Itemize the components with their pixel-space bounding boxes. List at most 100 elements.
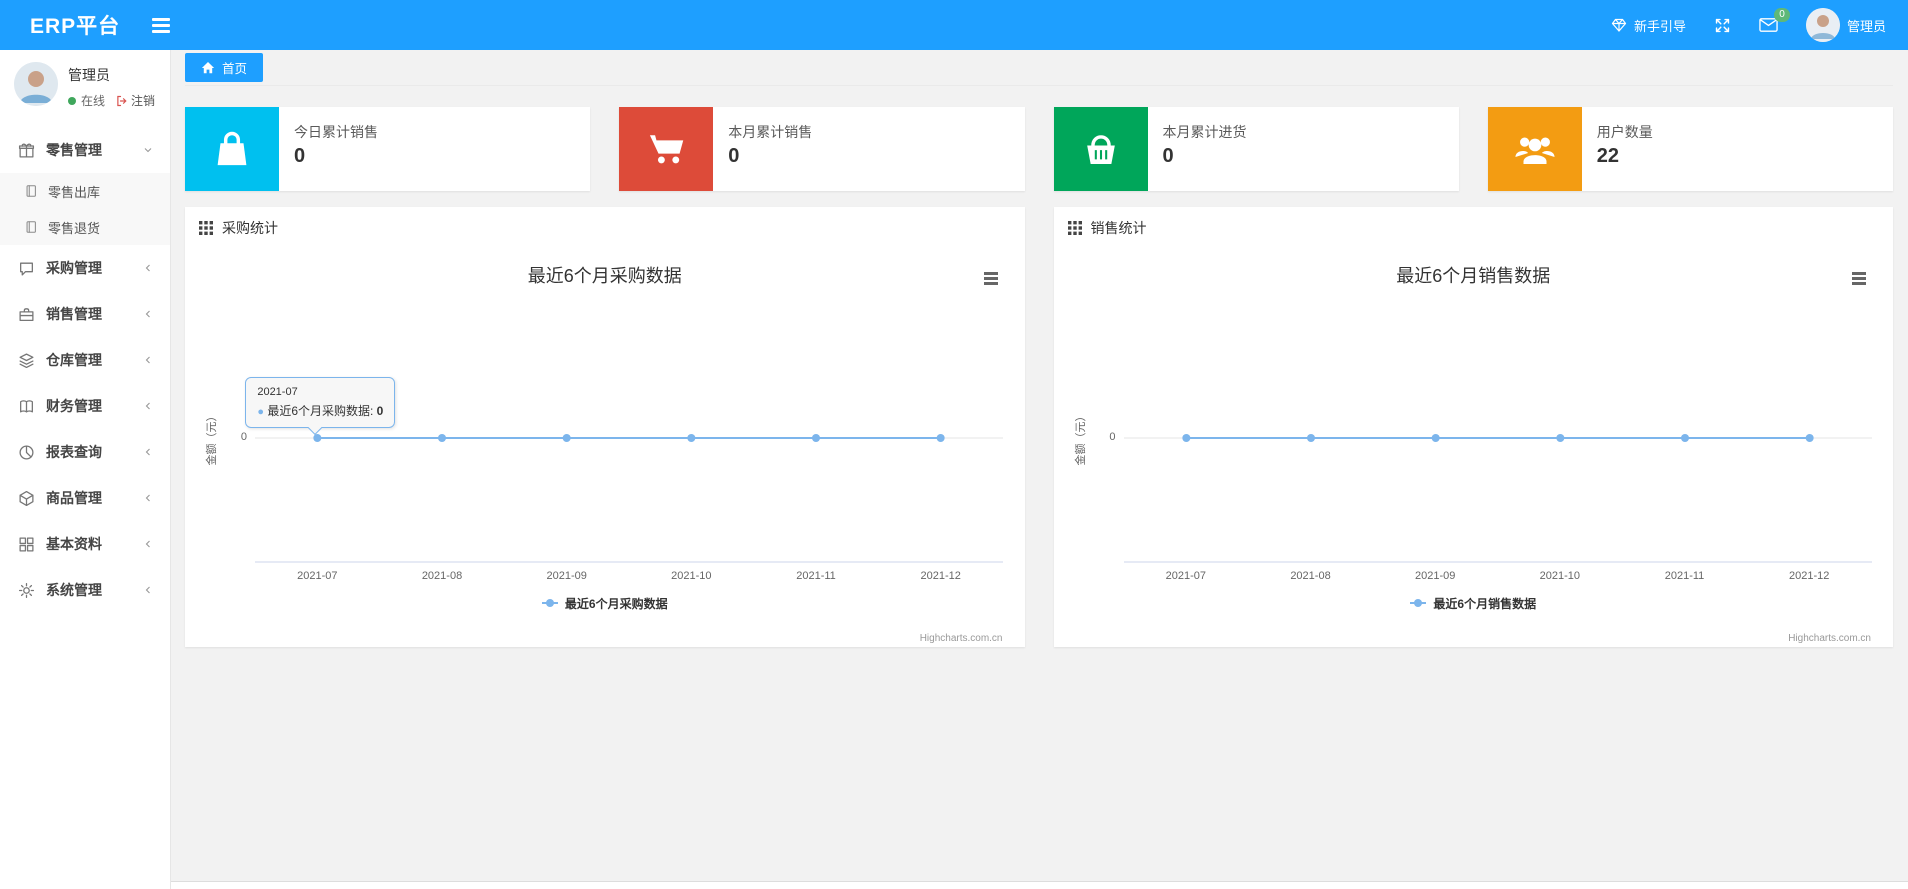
x-axis-tick-label: 2021-11 bbox=[1664, 570, 1705, 582]
online-status-label: 在线 bbox=[81, 94, 106, 108]
chevron-down-icon bbox=[142, 144, 154, 156]
legend-item[interactable]: 最近6个月销售数据 bbox=[1410, 595, 1536, 612]
tab-home[interactable]: 首页 bbox=[185, 53, 264, 82]
x-axis-tick-label: 2021-07 bbox=[1165, 570, 1207, 582]
chart-canvas bbox=[255, 434, 1003, 563]
chevron-left-icon bbox=[142, 308, 154, 320]
highcharts-credits-link[interactable]: Highcharts.com.cn bbox=[1788, 633, 1871, 644]
stat-value: 0 bbox=[728, 145, 740, 167]
legend-marker-icon bbox=[541, 599, 558, 607]
chart-legend[interactable]: 最近6个月采购数据 bbox=[185, 593, 1025, 612]
chart-title: 最近6个月销售数据 bbox=[1396, 266, 1551, 286]
stat-cards-row: 今日累计销售 0 本月累计销售 0 本月累计进货 0 用户数量 22 bbox=[185, 107, 1893, 191]
tooltip-marker-icon: ● bbox=[257, 406, 264, 418]
stat-value: 0 bbox=[294, 145, 306, 167]
chart-panels-row: 采购统计 最近6个月采购数据 金额（元） 0 2021-07 2021-08 2021-0… bbox=[185, 207, 1893, 647]
sidebar-item-retail-return[interactable]: 零售退货 bbox=[0, 209, 170, 245]
shopping-bag-icon bbox=[185, 107, 279, 191]
tab-strip: 首页 bbox=[185, 50, 1893, 86]
x-axis-tick-label: 2021-09 bbox=[1414, 570, 1456, 582]
chevron-left-icon bbox=[142, 538, 154, 550]
shopping-cart-icon bbox=[619, 107, 714, 191]
sales-stats-panel: 销售统计 最近6个月销售数据 金额（元） 0 2021-07 2021-08 2021-0… bbox=[1053, 207, 1894, 647]
sidebar-item-retail-outbound[interactable]: 零售出库 bbox=[0, 173, 170, 209]
legend-item[interactable]: 最近6个月采购数据 bbox=[541, 595, 668, 612]
stat-card-today-sales: 今日累计销售 0 bbox=[185, 107, 591, 191]
top-navbar: ERP平台 新手引导 0 管理员 bbox=[0, 0, 1908, 50]
user-menu[interactable]: 管理员 bbox=[1805, 8, 1886, 42]
messages-button[interactable]: 0 bbox=[1759, 8, 1790, 33]
chevron-left-icon bbox=[142, 584, 154, 596]
chart-legend[interactable]: 最近6个月销售数据 bbox=[1054, 593, 1894, 612]
users-icon bbox=[1487, 107, 1582, 191]
panel-header: 采购统计 bbox=[185, 207, 1025, 249]
highcharts-credits-link[interactable]: Highcharts.com.cn bbox=[920, 633, 1003, 644]
stat-value: 22 bbox=[1596, 145, 1619, 167]
panel-title: 销售统计 bbox=[1090, 220, 1147, 236]
sidebar-item-reports[interactable]: 报表查询 bbox=[0, 429, 170, 475]
user-name: 管理员 bbox=[1846, 18, 1886, 34]
data-point[interactable] bbox=[687, 434, 696, 442]
data-point[interactable] bbox=[1306, 434, 1315, 442]
x-axis-tick-label: 2021-10 bbox=[671, 570, 712, 582]
stat-value: 0 bbox=[1162, 145, 1174, 167]
guide-label: 新手引导 bbox=[1633, 18, 1686, 34]
guide-button[interactable]: 新手引导 bbox=[1611, 16, 1686, 35]
panel-title: 采购统计 bbox=[222, 220, 278, 236]
fullscreen-icon bbox=[1714, 17, 1731, 34]
data-point[interactable] bbox=[1805, 434, 1814, 442]
gift-icon bbox=[18, 142, 35, 159]
fullscreen-button[interactable] bbox=[1714, 17, 1731, 34]
x-axis-tick-label: 2021-12 bbox=[920, 570, 961, 582]
sidebar-item-purchase[interactable]: 采购管理 bbox=[0, 245, 170, 291]
tooltip-value: 0 bbox=[376, 404, 384, 418]
retail-submenu: 零售出库 零售退货 bbox=[0, 173, 170, 245]
data-point[interactable] bbox=[936, 434, 945, 442]
comment-icon bbox=[18, 260, 35, 277]
legend-label: 最近6个月采购数据 bbox=[564, 596, 668, 611]
mail-badge: 0 bbox=[1773, 8, 1790, 22]
sidebar-item-warehouse[interactable]: 仓库管理 bbox=[0, 337, 170, 383]
chevron-left-icon bbox=[142, 492, 154, 504]
chart-export-menu-button[interactable] bbox=[1849, 269, 1869, 288]
th-grid-icon bbox=[199, 221, 213, 235]
sidebar-item-products[interactable]: 商品管理 bbox=[0, 475, 170, 521]
sidebar-item-basic-data[interactable]: 基本资料 bbox=[0, 521, 170, 567]
user-avatar bbox=[1805, 8, 1840, 42]
sidebar-item-system[interactable]: 系统管理 bbox=[0, 567, 170, 613]
tooltip-x-value: 2021-07 bbox=[257, 386, 298, 398]
data-point[interactable] bbox=[812, 434, 820, 442]
data-point[interactable] bbox=[1181, 434, 1190, 442]
book-icon bbox=[18, 398, 35, 415]
sidebar-item-sales[interactable]: 销售管理 bbox=[0, 291, 170, 337]
sidebar-item-finance[interactable]: 财务管理 bbox=[0, 383, 170, 429]
sidebar-toggle-icon[interactable] bbox=[148, 14, 174, 37]
home-icon bbox=[201, 61, 215, 75]
ledger-icon bbox=[24, 184, 38, 198]
logout-button[interactable]: 注销 bbox=[116, 92, 155, 109]
ledger-icon bbox=[24, 220, 38, 234]
sidebar-menu: 零售管理 零售出库 零售退货 采购管理 销售管理 仓库管理 财务管理 报表查询 … bbox=[0, 127, 170, 613]
shopping-basket-icon bbox=[1053, 107, 1148, 191]
gem-icon bbox=[1611, 17, 1627, 33]
legend-label: 最近6个月销售数据 bbox=[1433, 596, 1537, 611]
sidebar-item-retail[interactable]: 零售管理 bbox=[0, 127, 170, 173]
package-icon bbox=[18, 490, 35, 507]
chart-export-menu-button[interactable] bbox=[981, 269, 1001, 288]
x-axis-tick-label: 2021-07 bbox=[297, 570, 338, 582]
stat-card-month-sales: 本月累计销售 0 bbox=[619, 107, 1025, 191]
chart-title: 最近6个月采购数据 bbox=[527, 266, 682, 286]
page-footer bbox=[171, 881, 1908, 889]
chevron-left-icon bbox=[142, 400, 154, 412]
legend-marker-icon bbox=[1410, 599, 1427, 607]
y-axis-tick-label: 0 bbox=[1109, 431, 1116, 443]
data-point[interactable] bbox=[1555, 434, 1564, 442]
data-point[interactable] bbox=[1431, 434, 1440, 442]
tooltip-series-row: ● 最近6个月采购数据: 0 bbox=[257, 404, 384, 418]
navbar-left: ERP平台 bbox=[0, 10, 174, 40]
chevron-left-icon bbox=[142, 354, 154, 366]
navbar-right: 新手引导 0 管理员 bbox=[1611, 8, 1908, 42]
data-point[interactable] bbox=[1680, 434, 1689, 442]
data-point[interactable] bbox=[562, 434, 571, 442]
data-point[interactable] bbox=[438, 434, 446, 442]
